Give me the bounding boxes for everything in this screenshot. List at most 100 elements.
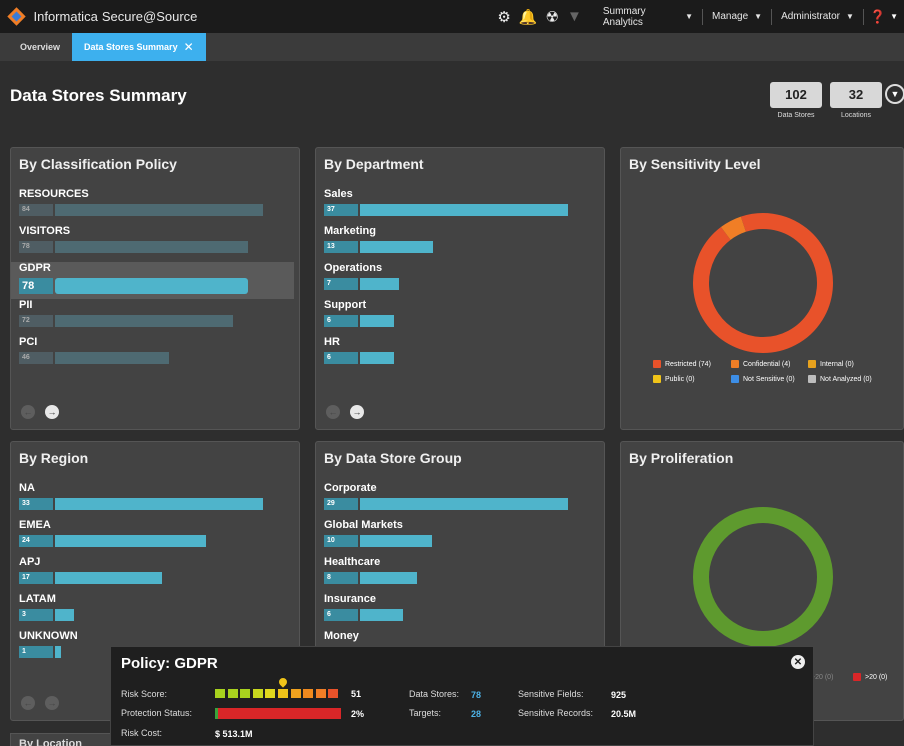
- bar-row[interactable]: LATAM 3: [19, 593, 299, 630]
- bar-count: 7: [324, 278, 358, 290]
- panel-title: By Proliferation: [629, 450, 734, 466]
- data-stores-value[interactable]: 78: [471, 690, 481, 700]
- bar-row[interactable]: Corporate 29: [324, 482, 604, 519]
- sensitivity-donut[interactable]: [621, 186, 904, 386]
- bar-row[interactable]: Support 6: [324, 299, 604, 336]
- menu-administrator[interactable]: Administrator ▼: [771, 8, 863, 25]
- bar-row[interactable]: GDPR 78: [11, 262, 294, 299]
- legend-label: Confidential (4): [743, 360, 791, 368]
- bar-row[interactable]: HR 6: [324, 336, 604, 373]
- bar-row[interactable]: Operations 7: [324, 262, 604, 299]
- bar-label: Sales: [324, 188, 353, 200]
- risk-cost-value: $ 513.1M: [215, 729, 253, 739]
- informatica-logo-icon[interactable]: [7, 6, 26, 26]
- help-menu[interactable]: ❓ ▼: [862, 8, 904, 25]
- tab-data-stores-summary[interactable]: Data Stores Summary ✕: [72, 33, 206, 61]
- menu-manage[interactable]: Manage ▼: [702, 8, 771, 25]
- prev-page-button[interactable]: ←: [21, 405, 35, 419]
- gear-icon[interactable]: ⚙: [497, 8, 510, 26]
- stat-locations[interactable]: 32 Locations: [830, 82, 882, 119]
- sensitive-records-value: 20.5M: [611, 709, 637, 719]
- legend-item[interactable]: Confidential (4): [731, 360, 790, 368]
- bar-label: APJ: [19, 556, 41, 568]
- bar-count: 33: [19, 498, 53, 510]
- menu-label: Summary Analytics: [602, 5, 646, 28]
- bar-label: Healthcare: [324, 556, 381, 568]
- risk-segment: [303, 689, 314, 698]
- policy-popup: Policy: GDPR ✕ Risk Score: 51 Protection…: [110, 646, 814, 746]
- page-title: Data Stores Summary: [10, 86, 187, 105]
- donut-slice[interactable]: [693, 213, 833, 353]
- legend-swatch: [808, 375, 816, 383]
- bar-count: 24: [19, 535, 53, 547]
- bell-icon[interactable]: 🔔: [519, 8, 538, 26]
- bar-fill: [55, 609, 74, 621]
- menu-label: Administrator: [781, 11, 840, 22]
- bar-row[interactable]: EMEA 24: [19, 519, 299, 556]
- stat-data-stores[interactable]: 102 Data Stores: [770, 82, 822, 119]
- filter-icon[interactable]: ▼: [567, 8, 582, 25]
- bar-fill: [55, 352, 169, 364]
- legend-item[interactable]: Not Sensitive (0): [731, 375, 795, 383]
- options-chevron-icon[interactable]: ▼: [885, 84, 904, 104]
- prev-page-button[interactable]: ←: [326, 405, 340, 419]
- bar-label: HR: [324, 336, 340, 348]
- panel-title: By Region: [19, 450, 89, 466]
- legend-item[interactable]: Restricted (74): [653, 360, 711, 368]
- bar-row[interactable]: Healthcare 8: [324, 556, 604, 593]
- legend-item[interactable]: Public (0): [653, 375, 695, 383]
- bar-row[interactable]: NA 33: [19, 482, 299, 519]
- bar-row[interactable]: RESOURCES 84: [19, 188, 299, 225]
- legend-swatch: [731, 375, 739, 383]
- close-icon[interactable]: ✕: [791, 655, 805, 669]
- bar-label: EMEA: [19, 519, 51, 531]
- bar-count: 13: [324, 241, 358, 253]
- bar-fill: [55, 535, 207, 547]
- bar-fill: [360, 241, 434, 253]
- protection-status-label: Protection Status:: [121, 708, 193, 718]
- next-page-button[interactable]: →: [45, 696, 59, 710]
- top-bar: Informatica Secure@Source ⚙ 🔔 ☢ ▼ Summary…: [0, 0, 904, 33]
- stat-value: 32: [830, 82, 882, 108]
- risk-segment: [240, 689, 251, 698]
- close-icon[interactable]: ✕: [184, 40, 194, 54]
- next-page-button[interactable]: →: [350, 405, 364, 419]
- bar-count: 72: [19, 315, 53, 327]
- donut-slice[interactable]: [720, 216, 747, 241]
- legend-item[interactable]: >20 (0): [853, 673, 887, 681]
- legend-label: Internal (0): [820, 360, 854, 368]
- bar-row[interactable]: Marketing 13: [324, 225, 604, 262]
- prev-page-button[interactable]: ←: [21, 696, 35, 710]
- bar-row[interactable]: VISITORS 78: [19, 225, 299, 262]
- legend-label: Not Analyzed (0): [820, 375, 872, 383]
- donut-slice[interactable]: [693, 507, 833, 647]
- bar-fill: [360, 609, 404, 621]
- bar-row[interactable]: Global Markets 10: [324, 519, 604, 556]
- tab-overview[interactable]: Overview: [8, 33, 72, 61]
- bar-row[interactable]: PCI 46: [19, 336, 299, 373]
- chevron-down-icon: ▼: [890, 12, 898, 21]
- bar-label: Insurance: [324, 593, 376, 605]
- bar-row[interactable]: PII 72: [19, 299, 299, 336]
- legend-item[interactable]: Internal (0): [808, 360, 854, 368]
- bar-row[interactable]: APJ 17: [19, 556, 299, 593]
- bar-fill: [360, 535, 432, 547]
- stat-label: Data Stores: [777, 112, 815, 119]
- bar-fill: [360, 498, 568, 510]
- bar-row[interactable]: Insurance 6: [324, 593, 604, 630]
- bar-label: PII: [19, 299, 33, 311]
- legend-item[interactable]: Not Analyzed (0): [808, 375, 872, 383]
- bar-fill: [55, 315, 234, 327]
- bar-count: 6: [324, 352, 358, 364]
- bar-fill: [360, 352, 394, 364]
- bar-label: RESOURCES: [19, 188, 89, 200]
- next-page-button[interactable]: →: [45, 405, 59, 419]
- bar-row[interactable]: Sales 37: [324, 188, 604, 225]
- bar-count: 8: [324, 572, 358, 584]
- brand: Informatica Secure@Source: [34, 9, 198, 24]
- targets-value[interactable]: 28: [471, 709, 481, 719]
- bar-count: 46: [19, 352, 53, 364]
- menu-summary-analytics[interactable]: Summary Analytics ▼: [594, 5, 702, 28]
- radiation-icon[interactable]: ☢: [546, 8, 559, 26]
- sensitive-fields-label: Sensitive Fields:: [518, 689, 584, 699]
